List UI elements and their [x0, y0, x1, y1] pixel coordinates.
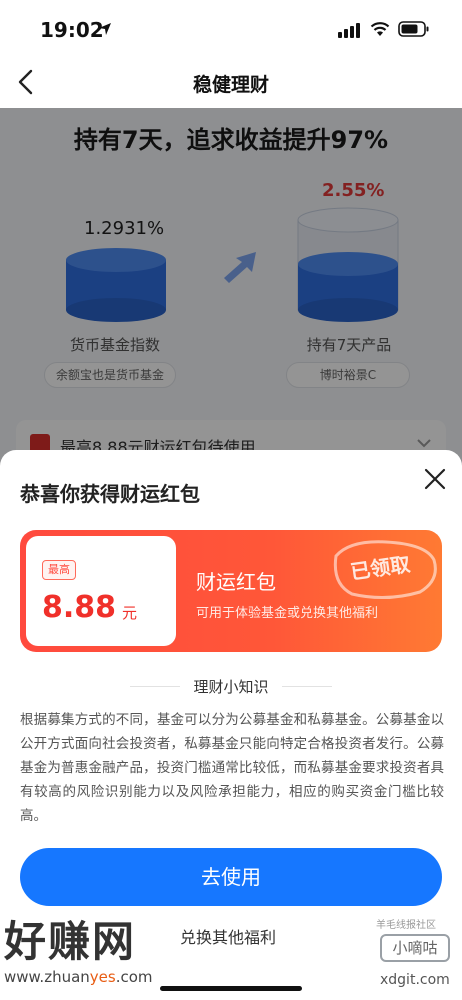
red-packet-card: 最高 8.88 元 财运红包 可用于体验基金或兑换其他福利 已领取 [20, 530, 442, 652]
location-arrow-icon [99, 23, 111, 35]
watermark-url-c: .com [115, 968, 153, 986]
battery-icon [398, 21, 429, 37]
watermark-url-b: yes [89, 968, 116, 986]
nav-bar: 稳健理财 [0, 56, 462, 108]
sheet-title: 恭喜你获得财运红包 [20, 482, 200, 506]
card-amount-panel: 最高 8.88 元 [26, 536, 176, 646]
reward-amount: 8.88 [42, 590, 117, 625]
watermark-url-a: www.zhuan [4, 968, 90, 986]
watermark-logo-box: 小嘀咕 [380, 934, 450, 962]
cellular-signal-icon [338, 23, 360, 38]
close-icon[interactable] [422, 466, 448, 492]
max-tag: 最高 [42, 560, 76, 580]
tips-divider-right [282, 686, 332, 687]
page-title: 稳健理财 [192, 74, 269, 96]
watermark-small-text: 羊毛线报社区 [376, 920, 436, 931]
watermark-right: 羊毛线报社区 小嘀咕 xdgit.com [372, 916, 462, 1000]
reward-unit: 元 [122, 604, 138, 622]
card-title: 财运红包 [196, 570, 276, 594]
status-time: 19:02 [40, 18, 104, 42]
wifi-icon [370, 22, 390, 36]
use-now-button[interactable]: 去使用 [20, 848, 442, 906]
status-bar: 19:02 [0, 0, 462, 56]
tips-body: 根据募集方式的不同，基金可以分为公募基金和私募基金。公募基金以公开方式面向社会投… [20, 712, 444, 824]
home-indicator [160, 986, 302, 991]
watermark-brand: 好赚网 [4, 917, 137, 966]
card-description: 可用于体验基金或兑换其他福利 [196, 606, 379, 621]
watermark-url: www.zhuanyes.com [4, 968, 153, 986]
tips-title: 理财小知识 [193, 678, 269, 696]
watermark-domain: xdgit.com [380, 972, 450, 988]
